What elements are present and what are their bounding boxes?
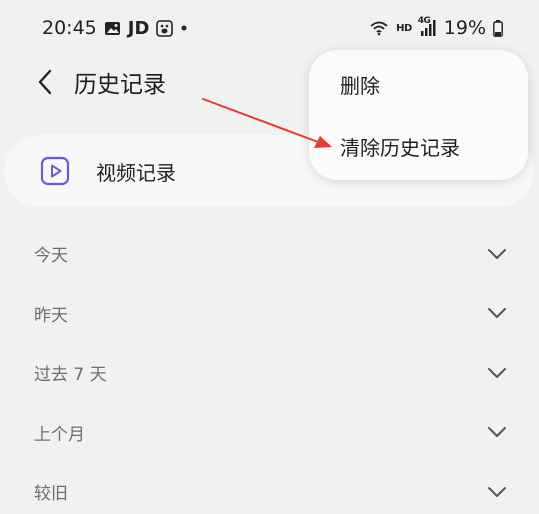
menu-item-delete[interactable]: 删除 (309, 53, 528, 115)
battery-icon (493, 19, 503, 37)
gallery-icon (104, 21, 121, 36)
chevron-down-icon[interactable] (485, 420, 509, 444)
status-right: HD 4G 19% (369, 16, 503, 39)
hd-label: HD (396, 22, 412, 34)
baidu-icon (156, 19, 174, 37)
chevron-down-icon[interactable] (485, 242, 509, 266)
status-bar: 20:45 JD HD 4G 19% (0, 0, 539, 56)
section-row-past-7-days[interactable]: 过去 7 天 (0, 343, 539, 403)
chevron-down-icon[interactable] (485, 361, 509, 385)
back-arrow-icon[interactable] (30, 64, 60, 100)
wifi-icon (369, 20, 389, 36)
play-square-icon (40, 156, 70, 186)
chevron-down-icon[interactable] (485, 301, 509, 325)
history-section-list: 今天 昨天 过去 7 天 上个月 较旧 (0, 224, 539, 514)
status-left: 20:45 JD (42, 17, 188, 39)
chevron-down-icon[interactable] (485, 480, 509, 504)
network-type-label: 4G (417, 16, 431, 26)
video-history-label: 视频记录 (96, 160, 176, 185)
section-row-today[interactable]: 今天 (0, 224, 539, 284)
section-row-last-month[interactable]: 上个月 (0, 403, 539, 463)
section-row-yesterday[interactable]: 昨天 (0, 284, 539, 344)
dot-icon (180, 24, 188, 32)
page-title: 历史记录 (74, 72, 166, 98)
menu-item-clear-history[interactable]: 清除历史记录 (309, 115, 528, 177)
section-label: 昨天 (34, 305, 68, 326)
section-label: 上个月 (34, 424, 85, 445)
battery-percent: 19% (443, 17, 486, 39)
section-row-older[interactable]: 较旧 (0, 462, 539, 514)
section-label: 过去 7 天 (34, 365, 107, 386)
status-time: 20:45 (42, 17, 97, 39)
signal-icon: 4G (417, 16, 437, 37)
section-label: 今天 (34, 246, 68, 267)
jd-icon: JD (127, 17, 150, 39)
overflow-popup-menu: 删除 清除历史记录 (309, 50, 528, 180)
section-label: 较旧 (34, 484, 68, 505)
